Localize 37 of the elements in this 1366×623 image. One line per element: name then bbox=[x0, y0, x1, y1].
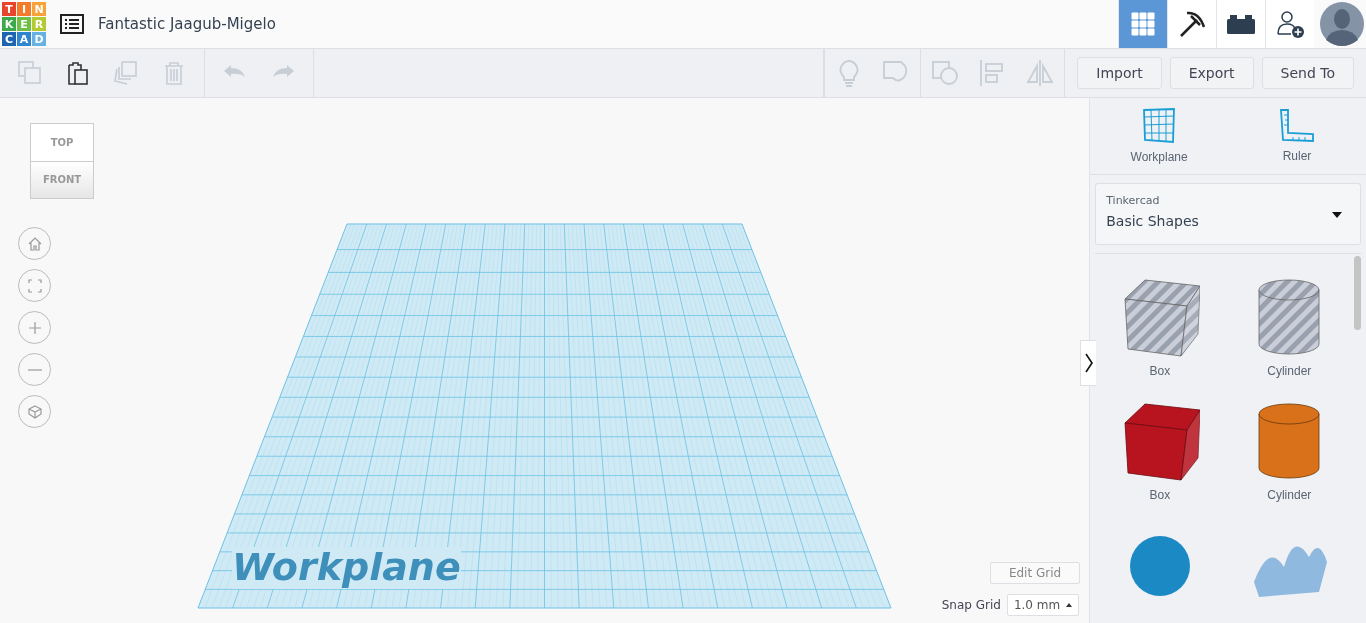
action-button[interactable]: Export bbox=[1169, 57, 1254, 89]
paste-icon bbox=[65, 60, 91, 86]
plus-icon bbox=[26, 319, 43, 336]
user-avatar[interactable] bbox=[1320, 2, 1364, 46]
design-title[interactable]: Fantastic Jaagub-Migelo bbox=[98, 15, 276, 33]
snap-grid-label: Snap Grid bbox=[941, 598, 1001, 612]
ungroup-icon bbox=[929, 58, 960, 88]
collapse-panel-button[interactable] bbox=[1080, 340, 1096, 386]
scrollbar[interactable] bbox=[1354, 256, 1361, 330]
grid-plane-icon bbox=[1142, 108, 1177, 144]
list-icon[interactable] bbox=[60, 14, 84, 34]
add-user-view-tab[interactable] bbox=[1265, 0, 1314, 48]
shape-library-dropdown[interactable]: Tinkercad Basic Shapes bbox=[1095, 183, 1361, 245]
ruler-tool[interactable]: Ruler bbox=[1237, 98, 1358, 174]
home-icon bbox=[26, 235, 43, 252]
chevron-icon bbox=[1084, 353, 1093, 373]
tinkercad-logo[interactable]: T I N K E R C A D bbox=[2, 2, 46, 46]
minus-icon bbox=[26, 368, 43, 371]
brick-icon bbox=[1227, 14, 1255, 34]
workplane-tool[interactable]: Workplane bbox=[1099, 98, 1220, 174]
cube-icon bbox=[26, 403, 43, 420]
fit-icon bbox=[26, 277, 43, 294]
add-user-icon bbox=[1275, 9, 1305, 39]
action-button[interactable]: Send To bbox=[1261, 57, 1354, 89]
action-button[interactable]: Import bbox=[1077, 57, 1162, 89]
brick-view-tab[interactable] bbox=[1216, 0, 1265, 48]
grid-icon bbox=[1131, 12, 1155, 36]
copy-icon bbox=[17, 60, 43, 86]
mirror-icon bbox=[1025, 58, 1056, 88]
snap-grid-dropdown[interactable]: 1.0 mm bbox=[1006, 594, 1080, 616]
pickaxe-view-tab[interactable] bbox=[1167, 0, 1216, 48]
caret-icon bbox=[1332, 212, 1342, 218]
ruler-icon bbox=[1279, 109, 1316, 143]
duplicate-icon bbox=[113, 60, 139, 86]
caret-icon bbox=[1066, 603, 1073, 607]
edit-grid-button[interactable]: Edit Grid bbox=[990, 562, 1080, 584]
workplane-label: Workplane bbox=[232, 547, 461, 589]
